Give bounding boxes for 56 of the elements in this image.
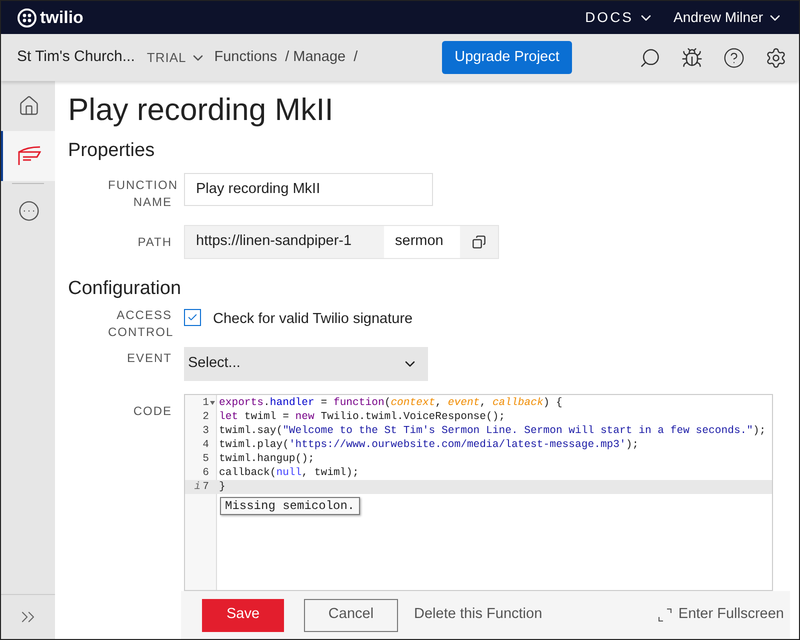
code-line: twiml.play('https://www.ourwebsite.com/media/latest-message.mp3'); xyxy=(218,438,639,452)
search-icon[interactable] xyxy=(639,46,661,68)
path-input[interactable]: sermon xyxy=(384,226,460,258)
user-menu[interactable]: Andrew Milner xyxy=(674,7,783,28)
section-heading: Configuration xyxy=(68,277,182,301)
bug-icon[interactable] xyxy=(681,46,703,68)
checkbox-label: Check for valid Twilio signature xyxy=(213,310,413,329)
line-number: 6 xyxy=(202,466,209,480)
upgrade-button[interactable]: Upgrade Project xyxy=(442,41,572,74)
event-select[interactable]: Select... xyxy=(184,347,428,381)
line-number: 5 xyxy=(202,452,209,466)
section-heading: Properties xyxy=(68,139,156,163)
breadcrumb-item[interactable]: / Manage xyxy=(285,46,346,68)
info-marker: i xyxy=(194,480,201,494)
project-name: St Tim's Church... xyxy=(17,47,135,68)
signature-checkbox[interactable] xyxy=(184,309,201,326)
field-label: CODE xyxy=(132,403,172,420)
fullscreen-icon xyxy=(658,608,672,622)
sidebar-item[interactable] xyxy=(1,131,55,181)
check-icon xyxy=(187,312,198,323)
code-line: let twiml = new Twilio.twiml.VoiceResponse(); xyxy=(218,410,506,424)
docs-menu[interactable]: DOCS xyxy=(585,7,654,28)
copy-icon xyxy=(472,235,486,249)
line-number: 4 xyxy=(202,438,209,452)
delete-link[interactable]: Delete this Function xyxy=(414,604,542,626)
code-line: } xyxy=(218,480,226,494)
lint-tooltip: Missing semicolon. xyxy=(220,497,360,515)
save-button[interactable]: Save xyxy=(202,598,284,632)
code-line: exports.handler = function(context, event, callback) { xyxy=(218,396,562,410)
line-number: 7 xyxy=(202,480,209,494)
code-editor[interactable] xyxy=(184,394,773,591)
fold-icon[interactable] xyxy=(210,401,214,405)
logo-icon xyxy=(17,8,37,28)
cancel-button[interactable]: Cancel xyxy=(304,598,398,632)
line-number: 2 xyxy=(202,410,209,424)
line-number: 1 xyxy=(202,396,209,410)
field-label: ACCESS CONTROL xyxy=(107,307,172,341)
breadcrumb-item[interactable]: / xyxy=(354,46,358,68)
field-label: EVENT xyxy=(126,350,172,367)
fullscreen-button[interactable]: Enter Fullscreen xyxy=(658,604,784,626)
code-line: callback(null, twiml); xyxy=(218,466,359,480)
more-icon xyxy=(18,200,40,222)
trial-menu[interactable]: TRIAL xyxy=(146,48,206,68)
help-icon[interactable] xyxy=(723,46,745,68)
function-name-field[interactable]: Play recording MkII xyxy=(184,173,433,206)
functions-icon xyxy=(17,146,41,166)
line-number: 3 xyxy=(202,424,209,438)
settings-icon[interactable] xyxy=(765,46,787,68)
logo-text: twilio xyxy=(40,6,84,29)
code-line: twiml.hangup(); xyxy=(218,452,314,466)
home-icon xyxy=(18,95,40,117)
breadcrumb-item[interactable]: Functions xyxy=(214,46,278,68)
field-label: PATH xyxy=(136,234,172,251)
path-base: https://linen-sandpiper-1 xyxy=(195,232,353,252)
page-title: Play recording MkII xyxy=(68,91,334,129)
code-line: twiml.say("Welcome to the St Tim's Sermon Line. Sermon will start in a few seconds."); xyxy=(218,424,766,438)
